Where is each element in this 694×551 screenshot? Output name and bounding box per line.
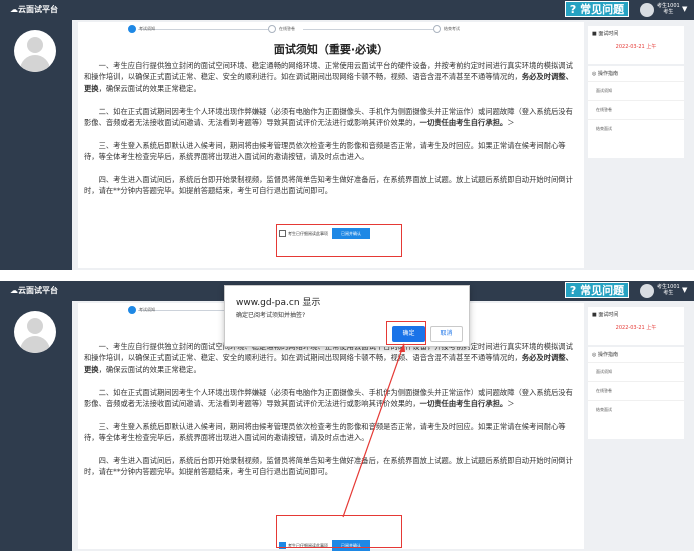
guide-label: ◎ 操作指南 [592,71,618,77]
guide-item[interactable]: 面试须知 [588,81,684,100]
notice-paragraph-2: 二、如在正式面试期间因考生个人环境出现作弊嫌疑（必须有电脑作为正面摄像头、手机作… [84,107,573,128]
profile-photo [14,311,56,353]
person-icon [27,318,43,334]
notice-paragraph-3: 三、考生登入系统后即默认进入候考间，期间将由候考管理员依次检查考生的影像和音频是… [84,141,566,162]
interview-time-value: 2022-03-21 上午 [615,44,657,50]
highlight-box [386,321,426,345]
interview-time-label: ■ 面试时间 [592,312,619,318]
user-name[interactable]: 考生1001 考生 [657,284,680,296]
dialog-title: www.gd-pa.cn 显示 [236,298,321,308]
dialog-message: 确定已阅考试须知并抽签? [236,312,306,319]
progress-steps: 考试须知 在线答卷 结束考试 [128,25,528,37]
top-bar: ☁云面试平台 ? 常见问题 考生1001 考生 ▼ [0,0,694,20]
sidebar [0,20,72,270]
dialog-cancel-button[interactable]: 取消 [430,326,463,342]
interview-time-value: 2022-03-21 上午 [615,325,657,331]
user-name[interactable]: 考生1001 考生 [657,3,680,15]
notice-paragraph-3: 三、考生登入系统后即默认进入候考间，期间将由候考管理员依次检查考生的影像和音频是… [84,422,566,443]
notice-paragraph-2: 二、如在正式面试期间因考生个人环境出现作弊嫌疑（必须有电脑作为正面摄像头、手机作… [84,388,573,409]
guide-card: ◎ 操作指南 面试须知 在线答卷 结束面试 [588,66,684,158]
person-icon [27,37,43,53]
user-avatar[interactable] [640,284,654,298]
guide-card: ◎ 操作指南 面试须知 在线答卷 结束面试 [588,347,684,439]
guide-label: ◎ 操作指南 [592,352,618,358]
step-1: 考试须知 [128,306,155,314]
highlight-box [276,515,402,548]
highlight-box [276,224,402,257]
notice-paragraph-4: 四、考生进入面试间后，系统后台即开始录制视频，监督员将简单告知考生做好准备后，在… [84,175,573,196]
step-2: 在线答卷 [268,25,295,33]
guide-item[interactable]: 面试须知 [588,362,684,381]
notice-paragraph-4: 四、考生进入面试间后，系统后台即开始录制视频，监督员将简单告知考生做好准备后，在… [84,456,573,477]
brand-title: ☁云面试平台 [10,5,58,14]
guide-item[interactable]: 在线答卷 [588,381,684,400]
confirm-dialog: www.gd-pa.cn 显示 确定已阅考试须知并抽签? 确定 取消 [224,285,470,347]
notice-paragraph-1: 一、考生应自行提供独立封闭的面试空间环境、稳定通畅的网络环境、正常使用云面试平台… [84,61,573,93]
step-1: 考试须知 [128,25,155,33]
interview-time-card: ■ 面试时间 2022-03-21 上午 [588,26,684,64]
guide-item[interactable]: 结束面试 [588,400,684,419]
step-3: 结束考试 [433,25,460,33]
brand-title: ☁云面试平台 [10,286,58,295]
interview-time-label: ■ 面试时间 [592,31,619,37]
user-avatar[interactable] [640,3,654,17]
sidebar [0,301,72,551]
chevron-down-icon[interactable]: ▼ [682,5,687,13]
screenshot-before: ☁云面试平台 ? 常见问题 考生1001 考生 ▼ 考试须知 在线答卷 结束考试 … [0,0,694,270]
profile-photo [14,30,56,72]
guide-item[interactable]: 在线答卷 [588,100,684,119]
faq-button[interactable]: ? 常见问题 [565,1,629,17]
interview-time-card: ■ 面试时间 2022-03-21 上午 [588,307,684,345]
divider [0,271,694,281]
faq-button[interactable]: ? 常见问题 [565,282,629,298]
chevron-down-icon[interactable]: ▼ [682,286,687,294]
guide-item[interactable]: 结束面试 [588,119,684,138]
page-title: 面试须知（重要·必读） [273,43,389,56]
